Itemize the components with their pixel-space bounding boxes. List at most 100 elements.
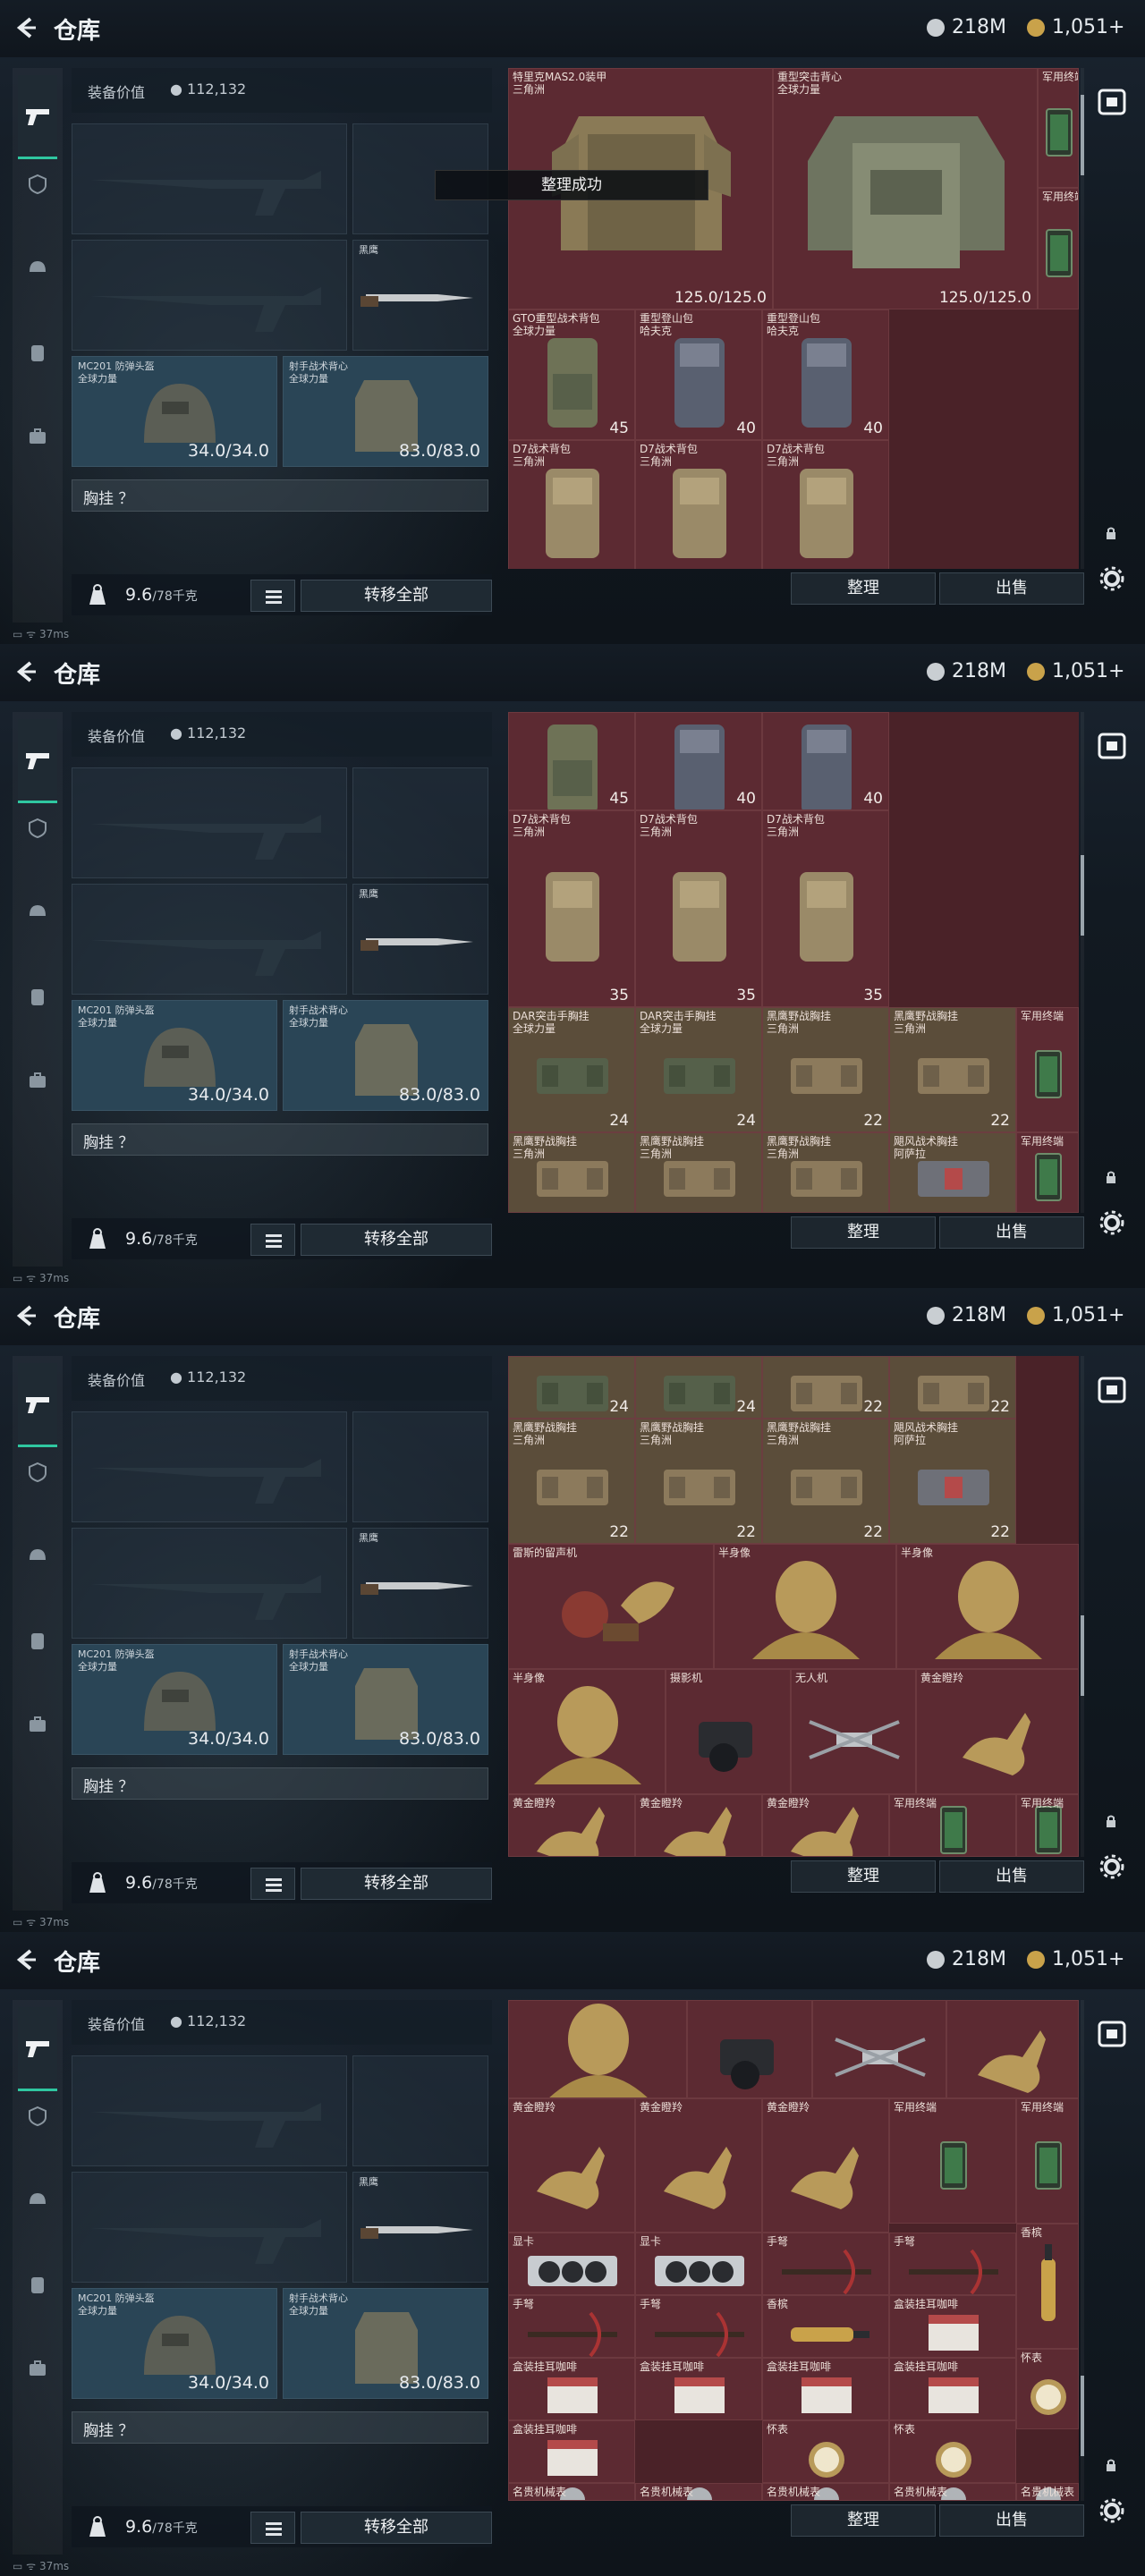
stash-item[interactable]: 军用终端 (1016, 1007, 1079, 1132)
stash-item[interactable]: 黑鹰野战胸挂 三角洲 22 (508, 1419, 635, 1544)
stash-item[interactable]: 半身像 (508, 1669, 666, 1794)
gold-currency[interactable]: 1,051+ (1027, 660, 1124, 682)
stash-item[interactable]: 飓风战术胸挂 阿萨拉 (889, 1132, 1016, 1213)
stash-item[interactable]: 黑鹰野战胸挂 三角洲 22 (762, 1419, 889, 1544)
stash-item[interactable]: 手弩 (508, 2295, 635, 2358)
stash-item[interactable]: 军用终端 (1016, 1794, 1079, 1857)
melee-slot[interactable]: 黑鹰 (352, 240, 488, 351)
gear-icon[interactable] (1098, 2497, 1125, 2524)
back-icon[interactable] (13, 1302, 39, 1329)
tab-container[interactable] (18, 417, 57, 456)
stash-item[interactable]: 黄金瞪羚 (508, 2098, 635, 2233)
secondary-weapon-slot[interactable] (72, 1528, 347, 1639)
transfer-all-button[interactable]: 转移全部 (301, 2512, 492, 2544)
stash-item[interactable]: 军用终端 (889, 2098, 1016, 2224)
helmet-slot[interactable]: MC201 防弹头盔 全球力量 34.0/34.0 (72, 1000, 277, 1111)
vest-slot[interactable]: 射手战术背心 全球力量 83.0/83.0 (283, 1644, 488, 1755)
stash-icon[interactable] (1097, 730, 1127, 760)
sidearm-slot[interactable] (352, 1411, 488, 1522)
stash-item[interactable]: 黑鹰野战胸挂 三角洲 22 (635, 1419, 762, 1544)
list-view-button[interactable] (250, 580, 295, 612)
transfer-all-button[interactable]: 转移全部 (301, 580, 492, 612)
stash-item[interactable]: 名贵机械表 (889, 2483, 1016, 2501)
sell-button[interactable]: 出售 (939, 1860, 1084, 1893)
stash-icon[interactable] (1097, 86, 1127, 116)
sort-button[interactable]: 整理 (791, 572, 936, 605)
stash-item[interactable]: 盒装挂耳咖啡 (889, 2358, 1016, 2420)
stash-item[interactable]: 名贵机械表 (762, 2483, 889, 2501)
lock-icon[interactable] (1104, 1170, 1118, 1184)
stash-item[interactable]: 怀表 (889, 2420, 1016, 2483)
stash-item[interactable]: 40 (762, 712, 889, 810)
sort-button[interactable]: 整理 (791, 1860, 936, 1893)
stash-item[interactable]: 黄金瞪羚 (508, 1794, 635, 1857)
helmet-slot[interactable]: MC201 防弹头盔 全球力量 34.0/34.0 (72, 2288, 277, 2399)
vest-slot[interactable]: 射手战术背心 全球力量 83.0/83.0 (283, 1000, 488, 1111)
chest-rig-slot[interactable]: 胸挂 ？ (72, 2411, 488, 2444)
stash-item[interactable]: 黑鹰野战胸挂 三角洲 (635, 1132, 762, 1213)
stash-item[interactable]: 名贵机械表 (508, 2483, 635, 2501)
secondary-weapon-slot[interactable] (72, 240, 347, 351)
melee-slot[interactable]: 黑鹰 (352, 1528, 488, 1639)
transfer-all-button[interactable]: 转移全部 (301, 1224, 492, 1256)
stash-item[interactable]: 24 (508, 1356, 635, 1419)
chest-rig-slot[interactable]: 胸挂 ？ (72, 1123, 488, 1156)
helmet-slot[interactable]: MC201 防弹头盔 全球力量 34.0/34.0 (72, 1644, 277, 1755)
back-icon[interactable] (13, 1946, 39, 1973)
stash-icon[interactable] (1097, 1374, 1127, 1404)
tab-backpack[interactable] (18, 2265, 57, 2304)
transfer-all-button[interactable]: 转移全部 (301, 1868, 492, 1900)
tab-container[interactable] (18, 1061, 57, 1100)
stash-item[interactable]: D7战术背包 三角洲 (635, 440, 762, 569)
tab-armor[interactable] (18, 165, 57, 204)
stash-item[interactable]: 黑鹰野战胸挂 三角洲 (508, 1132, 635, 1213)
stash-item[interactable]: 盒装挂耳咖啡 (762, 2358, 889, 2420)
stash-item[interactable]: 怀表 (762, 2420, 889, 2483)
stash-item[interactable]: 名贵机械表 (1016, 2483, 1079, 2501)
stash-item[interactable]: 飓风战术胸挂 阿萨拉 22 (889, 1419, 1016, 1544)
stash-item[interactable]: 手弩 (889, 2233, 1016, 2295)
stash-item[interactable]: 半身像 (714, 1544, 896, 1669)
gear-icon[interactable] (1098, 1209, 1125, 1236)
stash-item[interactable]: 重型突击背心 全球力量 125.0/125.0 (773, 68, 1038, 309)
stash-item[interactable]: 黄金瞪羚 (916, 1669, 1079, 1794)
stash-item[interactable]: D7战术背包 三角洲 (508, 440, 635, 569)
tab-backpack[interactable] (18, 1621, 57, 1660)
tab-helmet[interactable] (18, 1537, 57, 1576)
stash-item[interactable]: 军用终端 (1016, 1132, 1079, 1213)
stash-item[interactable]: 盒装挂耳咖啡 (508, 2358, 635, 2420)
tab-container[interactable] (18, 2349, 57, 2388)
stash-item[interactable] (812, 2000, 946, 2098)
lock-icon[interactable] (1104, 526, 1118, 540)
chest-rig-slot[interactable]: 胸挂 ？ (72, 1767, 488, 1800)
stash-item[interactable]: 22 (762, 1356, 889, 1419)
gold-currency[interactable]: 1,051+ (1027, 1948, 1124, 1970)
stash-item[interactable]: 黑鹰野战胸挂 三角洲 (762, 1132, 889, 1213)
stash-item[interactable]: 22 (889, 1356, 1016, 1419)
lock-icon[interactable] (1104, 1814, 1118, 1828)
stash-item[interactable]: DAR突击手胸挂 全球力量 24 (635, 1007, 762, 1132)
melee-slot[interactable]: 黑鹰 (352, 2172, 488, 2283)
stash-item[interactable]: 重型登山包 哈夫克 40 (635, 309, 762, 440)
stash-item[interactable]: 半身像 (896, 1544, 1079, 1669)
secondary-weapon-slot[interactable] (72, 2172, 347, 2283)
stash-item[interactable]: 黄金瞪羚 (762, 2098, 889, 2233)
helmet-slot[interactable]: MC201 防弹头盔 全球力量 34.0/34.0 (72, 356, 277, 467)
stash-item[interactable] (508, 2000, 687, 2098)
stash-item[interactable]: 怀表 (1016, 2349, 1079, 2429)
primary-weapon-slot[interactable] (72, 1411, 347, 1522)
primary-weapon-slot[interactable] (72, 2055, 347, 2166)
stash-item[interactable]: 手弩 (635, 2295, 762, 2358)
primary-weapon-slot[interactable] (72, 123, 347, 234)
sell-button[interactable]: 出售 (939, 1216, 1084, 1249)
tab-armor[interactable] (18, 2097, 57, 2136)
stash-item[interactable]: 军用终端 (1038, 188, 1079, 309)
tab-helmet[interactable] (18, 893, 57, 932)
stash-item[interactable]: 45 (508, 712, 635, 810)
sell-button[interactable]: 出售 (939, 572, 1084, 605)
stash-item[interactable]: 黄金瞪羚 (635, 1794, 762, 1857)
stash-item[interactable]: 盒装挂耳咖啡 (889, 2295, 1016, 2358)
melee-slot[interactable]: 黑鹰 (352, 884, 488, 995)
stash-item[interactable]: 黄金瞪羚 (762, 1794, 889, 1857)
stash-item[interactable]: D7战术背包 三角洲 35 (762, 810, 889, 1007)
